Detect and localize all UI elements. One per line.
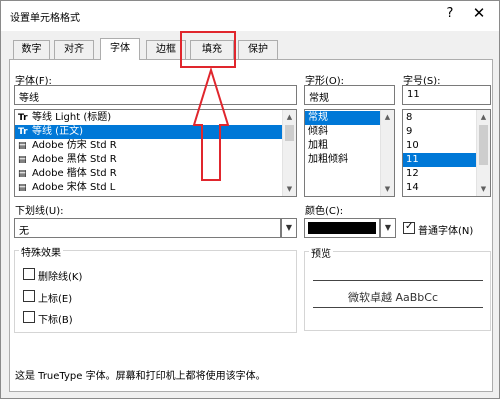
scroll-up-icon[interactable]: ▲ (283, 110, 296, 124)
highlight-box (180, 31, 236, 68)
normal-font-label: 普通字体(N) (418, 226, 474, 237)
strikethrough-checkbox[interactable] (23, 268, 35, 280)
subscript-label: 下标(B) (38, 315, 73, 326)
printer-font-icon: ▤ (18, 183, 27, 193)
style-list[interactable]: 常规 倾斜 加粗 加粗倾斜 ▲ ▼ (304, 109, 395, 197)
font-list-item[interactable]: ▤ Adobe 宋体 Std L (15, 181, 296, 195)
tab-number[interactable]: 数字 (13, 40, 50, 59)
chevron-down-icon[interactable]: ▼ (380, 218, 396, 238)
scroll-down-icon[interactable]: ▼ (477, 182, 490, 196)
truetype-icon: Tr (18, 113, 28, 123)
size-input[interactable]: 11 (402, 85, 491, 105)
scroll-thumb[interactable] (285, 125, 294, 141)
size-list[interactable]: 8 9 10 11 12 14 ▲ ▼ (402, 109, 491, 197)
preview-sample: 微软卓越 AaBbCc (348, 291, 439, 304)
dialog-title: 设置单元格格式 (10, 13, 80, 24)
style-list-scrollbar[interactable]: ▲ ▼ (380, 110, 394, 196)
font-list-item[interactable]: ▤ Adobe 黑体 Std R (15, 153, 296, 167)
font-list[interactable]: Tr 等线 Light (标题) Tr 等线 (正文) ▤ Adobe 仿宋 Std … (14, 109, 297, 197)
color-label: 颜色(C): (305, 206, 344, 217)
close-button[interactable]: ✕ (471, 4, 487, 22)
tab-font[interactable]: 字体 (100, 38, 140, 60)
scroll-down-icon[interactable]: ▼ (283, 182, 296, 196)
tab-alignment[interactable]: 对齐 (54, 40, 94, 59)
superscript-checkbox[interactable] (23, 290, 35, 302)
scroll-up-icon[interactable]: ▲ (477, 110, 490, 124)
font-description: 这是 TrueType 字体。屏幕和打印机上都将使用该字体。 (15, 371, 266, 382)
truetype-icon: Tr (18, 127, 28, 137)
underline-label: 下划线(U): (15, 206, 64, 217)
scroll-up-icon[interactable]: ▲ (381, 110, 394, 124)
tab-protection[interactable]: 保护 (238, 40, 278, 59)
strikethrough-label: 删除线(K) (38, 272, 83, 283)
printer-font-icon: ▤ (18, 141, 27, 151)
font-list-item[interactable]: Tr 等线 Light (标题) (15, 111, 296, 125)
scroll-thumb[interactable] (479, 125, 488, 165)
printer-font-icon: ▤ (18, 169, 27, 179)
style-input[interactable]: 常规 (304, 85, 395, 105)
annotation-arrow-icon (192, 68, 230, 181)
effects-title: 特殊效果 (19, 244, 63, 259)
help-button[interactable]: ? (443, 6, 457, 21)
font-list-item[interactable]: ▤ Adobe 仿宋 Std R (15, 139, 296, 153)
scroll-down-icon[interactable]: ▼ (381, 182, 394, 196)
font-input[interactable]: 等线 (14, 85, 297, 105)
font-list-item-selected[interactable]: Tr 等线 (正文) (15, 125, 296, 139)
printer-font-icon: ▤ (18, 155, 27, 165)
font-list-item[interactable]: ▤ Adobe 楷体 Std R (15, 167, 296, 181)
tab-strip: 数字 对齐 字体 边框 填充 保护 (9, 38, 499, 60)
font-list-scrollbar[interactable]: ▲ ▼ (282, 110, 296, 196)
color-swatch (308, 222, 376, 234)
color-picker[interactable] (304, 218, 380, 238)
superscript-label: 上标(E) (38, 294, 73, 305)
preview-title: 预览 (309, 245, 333, 260)
title-bar: 设置单元格格式 ? ✕ (1, 1, 499, 31)
subscript-checkbox[interactable] (23, 311, 35, 323)
underline-select[interactable]: 无 (14, 218, 281, 238)
normal-font-checkbox[interactable] (403, 221, 415, 234)
format-cells-dialog: 设置单元格格式 ? ✕ 数字 对齐 字体 边框 填充 保护 字体(F): 等线 … (0, 0, 500, 399)
size-list-scrollbar[interactable]: ▲ ▼ (476, 110, 490, 196)
chevron-down-icon[interactable]: ▼ (281, 218, 297, 238)
